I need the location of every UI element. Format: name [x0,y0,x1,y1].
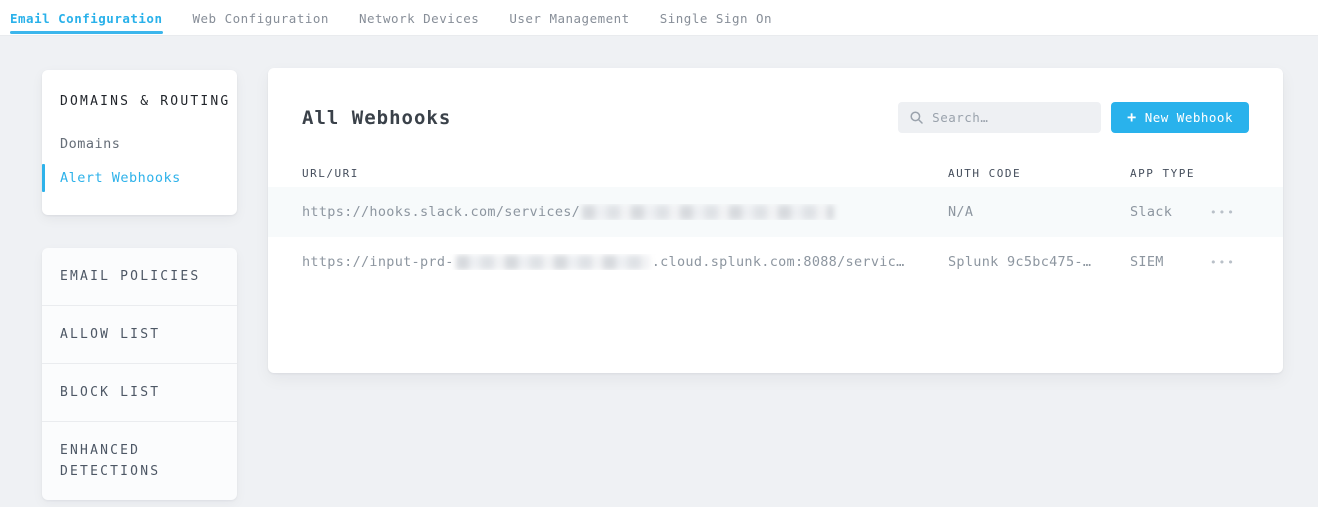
webhook-url-cell: https://input-prd- .cloud.splunk.com:8088… [302,254,948,270]
search-icon [910,111,923,124]
url-suffix: .cloud.splunk.com:8088/servic… [652,254,905,270]
table-row[interactable]: https://input-prd- .cloud.splunk.com:8088… [268,237,1283,287]
sidebar-item-allow-list[interactable]: ALLOW LIST [42,305,237,363]
page-title: All Webhooks [302,107,451,129]
new-webhook-button[interactable]: + New Webhook [1111,102,1249,133]
webhooks-panel: All Webhooks + New Webhook URL/URI A [268,68,1283,373]
row-actions-cell: ••• [1208,253,1249,272]
tab-network-devices[interactable]: Network Devices [359,0,479,36]
table-header-row: URL/URI AUTH CODE APP TYPE [268,159,1283,187]
webhook-url-cell: https://hooks.slack.com/services/ [302,204,948,220]
sidebar: DOMAINS & ROUTING Domains Alert Webhooks… [42,68,237,500]
column-header-app-type: APP TYPE [1130,167,1208,180]
table-row[interactable]: https://hooks.slack.com/services/ N/A Sl… [268,187,1283,237]
panel-header-actions: + New Webhook [898,102,1249,133]
tab-email-configuration[interactable]: Email Configuration [10,0,163,36]
row-actions-cell: ••• [1208,203,1249,222]
more-options-icon[interactable]: ••• [1208,203,1238,222]
more-options-icon[interactable]: ••• [1208,253,1238,272]
sidebar-item-label: Alert Webhooks [60,170,181,186]
app-type-cell: Slack [1130,204,1208,220]
column-header-auth-code: AUTH CODE [948,167,1130,180]
tab-user-management[interactable]: User Management [509,0,629,36]
sidebar-item-enhanced-detections[interactable]: ENHANCED DETECTIONS [42,421,237,500]
redacted-url-segment [582,205,834,220]
url-prefix: https://hooks.slack.com/services/ [302,204,580,220]
tab-web-configuration[interactable]: Web Configuration [193,0,329,36]
webhooks-table: URL/URI AUTH CODE APP TYPE https://hooks… [268,159,1283,287]
new-webhook-button-label: New Webhook [1145,110,1233,125]
sidebar-item-email-policies[interactable]: EMAIL POLICIES [42,248,237,305]
active-indicator-bar [42,164,45,192]
column-header-url-uri: URL/URI [302,167,948,180]
url-prefix: https://input-prd- [302,254,454,270]
sidebar-item-block-list[interactable]: BLOCK LIST [42,363,237,421]
plus-icon: + [1127,110,1137,125]
tab-single-sign-on[interactable]: Single Sign On [660,0,772,36]
sidebar-item-alert-webhooks[interactable]: Alert Webhooks [42,163,237,193]
app-type-cell: SIEM [1130,254,1208,270]
sidebar-item-domains[interactable]: Domains [42,129,237,159]
auth-code-cell: N/A [948,204,1130,220]
auth-code-cell: Splunk 9c5bc475-… [948,254,1130,270]
domains-routing-card: DOMAINS & ROUTING Domains Alert Webhooks [42,70,237,215]
redacted-url-segment [456,255,650,270]
page-content: DOMAINS & ROUTING Domains Alert Webhooks… [0,36,1318,500]
top-navigation: Email Configuration Web Configuration Ne… [0,0,1318,36]
search-box[interactable] [898,102,1101,133]
domains-routing-heading: DOMAINS & ROUTING [42,94,237,109]
search-input[interactable] [932,110,1089,125]
panel-header: All Webhooks + New Webhook [268,68,1283,133]
sidebar-sections-card: EMAIL POLICIES ALLOW LIST BLOCK LIST ENH… [42,248,237,500]
